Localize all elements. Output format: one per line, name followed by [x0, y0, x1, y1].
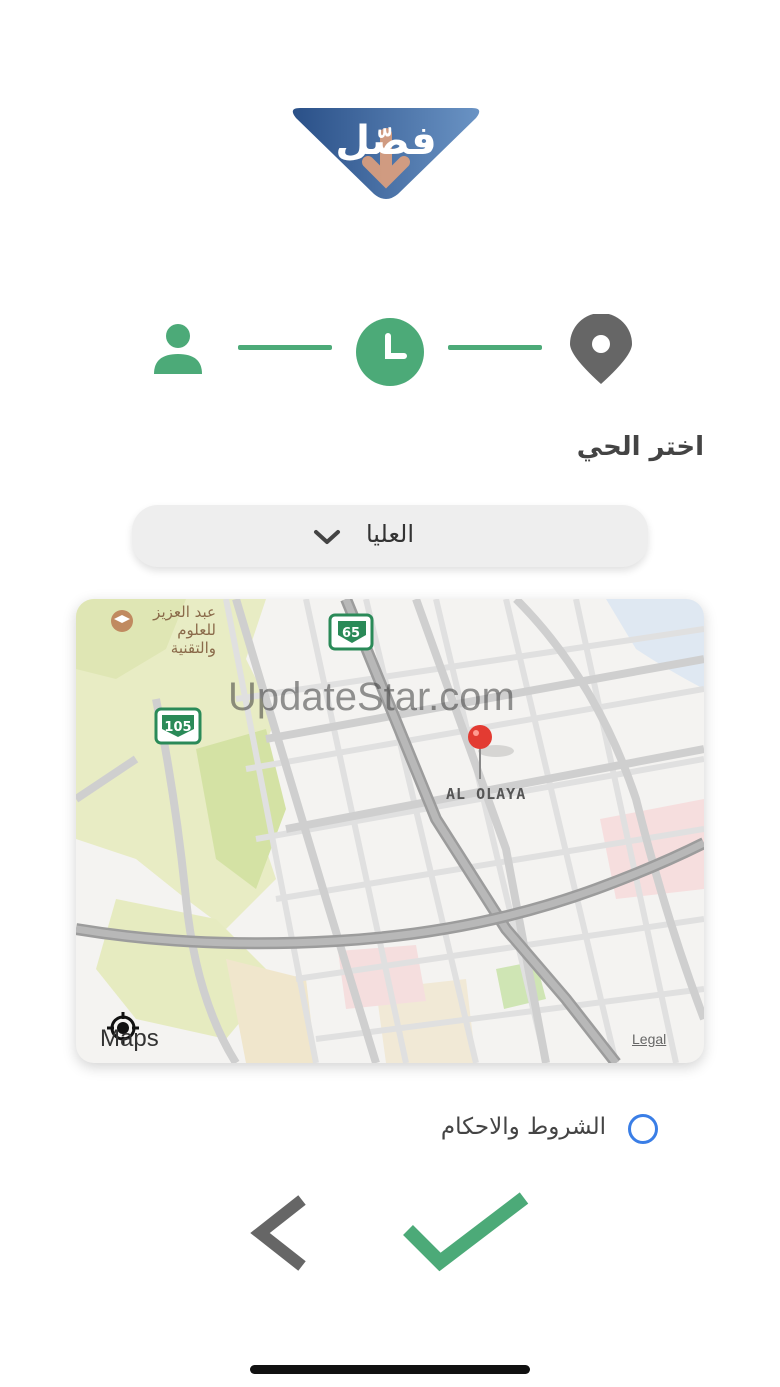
step-connector-2	[448, 345, 542, 350]
step-connector-1	[238, 345, 332, 350]
poi-label: عبد العزيز للعلوم والتقنية	[153, 603, 216, 657]
back-button[interactable]	[246, 1192, 312, 1274]
terms-label: الشروط والاحكام	[440, 1114, 606, 1140]
step-location-pin-icon	[566, 313, 636, 386]
route-shield-105: 105	[164, 720, 192, 735]
neighborhood-label: اختر الحي	[576, 432, 704, 462]
route-shield-65: 65	[341, 626, 361, 641]
watermark: UpdateStar.com	[228, 675, 515, 719]
district-selected-value: العليا	[365, 520, 415, 548]
map-tiles	[76, 599, 704, 1063]
chevron-down-icon	[314, 530, 340, 544]
step-clock-icon	[354, 316, 426, 388]
checkmark-icon	[403, 1192, 529, 1272]
district-map-label: AL OLAYA	[446, 785, 527, 803]
maps-attribution: Maps	[100, 1025, 159, 1052]
terms-radio[interactable]	[628, 1114, 658, 1144]
district-dropdown[interactable]: العليا	[132, 505, 648, 567]
chevron-left-icon	[250, 1195, 306, 1271]
step-user-icon	[150, 320, 206, 376]
app-logo: فصّل	[286, 104, 486, 204]
home-indicator	[250, 1365, 530, 1374]
legal-link[interactable]: Legal	[632, 1031, 666, 1047]
map-view[interactable]: عبد العزيز للعلوم والتقنية 65 105 Update…	[76, 599, 704, 1063]
confirm-button[interactable]	[400, 1190, 530, 1274]
logo-text: فصّل	[335, 118, 437, 164]
